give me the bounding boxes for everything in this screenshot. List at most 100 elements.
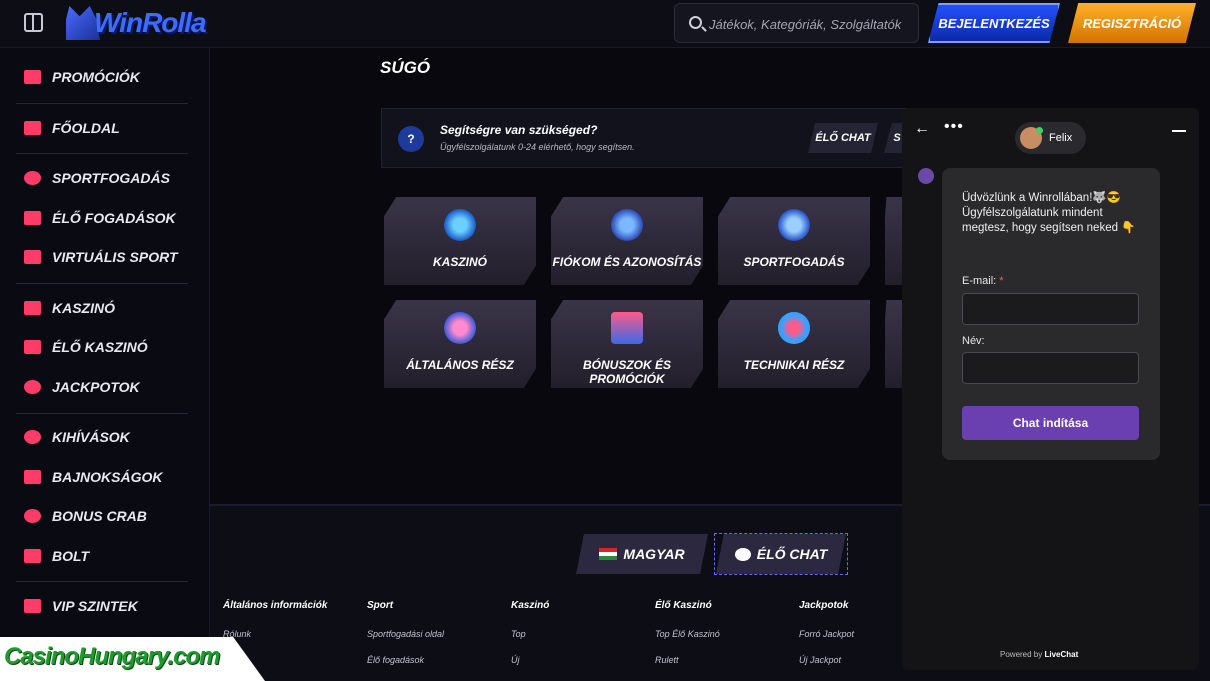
email-label-text: E-mail: (962, 275, 997, 287)
footer-link[interactable]: Rulett (655, 655, 679, 665)
roulette-icon (444, 209, 476, 241)
footer-link[interactable]: Új Jackpot (799, 655, 841, 665)
category-card-casino[interactable]: Kaszinó (384, 197, 536, 285)
language-button[interactable]: Magyar (576, 534, 708, 574)
language-label: Magyar (623, 546, 685, 562)
footer-link[interactable]: Forró Jackpot (799, 629, 854, 639)
chat-greeting: Üdvözlünk a Winrollában!🐺😎 Ügyfélszolgál… (962, 192, 1136, 234)
footer-link[interactable]: Top Élő Kaszinó (655, 629, 720, 639)
footer-link[interactable]: Új (511, 655, 520, 665)
sidebar-divider (16, 153, 188, 154)
name-label: Név: (962, 335, 985, 347)
diamond-icon (24, 599, 41, 613)
sidebar-item-home[interactable]: Főoldal (24, 116, 120, 140)
live-icon (24, 211, 41, 225)
email-label: E-mail: * (962, 275, 1004, 287)
search-input[interactable] (709, 13, 909, 35)
sidebar-item-label: Bajnokságok (52, 469, 163, 485)
powered-by[interactable]: Powered by LiveChat (1000, 650, 1078, 659)
gift-icon (24, 70, 41, 84)
livechat-brand: LiveChat (1044, 650, 1079, 659)
back-arrow-icon[interactable]: ← (914, 120, 930, 138)
sidebar-item-label: Virtuális sport (52, 249, 178, 265)
page-title: Súgó (380, 58, 431, 77)
sidebar-item-live-casino[interactable]: Élő kaszinó (24, 335, 148, 359)
sidebar-toggle-icon[interactable] (24, 13, 43, 32)
sidebar-item-label: Bolt (52, 548, 90, 564)
footer-link[interactable]: Sportfogadási oldal (367, 629, 444, 639)
category-label: Fiókom és azonosítás (552, 255, 702, 269)
sidebar-item-label: Kihívások (52, 429, 130, 445)
agent-name: Felix (1049, 132, 1073, 144)
winrolla-logo[interactable]: WinRolla (66, 4, 216, 42)
category-card-general[interactable]: Általános rész (384, 300, 536, 388)
login-button[interactable]: Bejelentkezés (928, 3, 1060, 43)
sidebar-item-promotions[interactable]: Promóciók (24, 65, 140, 89)
sidebar-item-shop[interactable]: Bolt (24, 544, 89, 568)
pre-chat-form: Üdvözlünk a Winrollában!🐺😎 Ügyfélszolgál… (942, 168, 1160, 460)
name-field[interactable] (962, 352, 1139, 384)
sidebar-divider (16, 103, 188, 104)
hungarian-flag-icon (599, 548, 618, 560)
live-chat-label: Élő chat (756, 546, 828, 562)
sidebar-item-bonus-crab[interactable]: Bonus Crab (24, 504, 147, 528)
bot-avatar (918, 168, 934, 184)
powered-prefix: Powered by (1000, 650, 1043, 659)
more-options-icon[interactable]: ••• (944, 118, 964, 136)
sidebar-item-jackpots[interactable]: Jackpotok (24, 375, 140, 399)
agent-avatar (1020, 127, 1043, 149)
footer-live-chat-button[interactable]: Élő chat (716, 534, 846, 574)
sidebar-item-vip-levels[interactable]: VIP szintek (24, 594, 138, 618)
category-card-sports[interactable]: Sportfogadás (718, 197, 870, 285)
search-box[interactable] (674, 3, 919, 43)
sidebar: Promóciók Főoldal Sportfogadás Élő fogad… (0, 48, 210, 681)
sidebar-item-sports[interactable]: Sportfogadás (24, 166, 170, 190)
category-card-technical[interactable]: Technikai rész (718, 300, 870, 388)
top-bar: WinRolla Bejelentkezés Regisztráció (0, 0, 1210, 48)
footer-link[interactable]: Top (511, 629, 526, 639)
sidebar-item-label: Sportfogadás (52, 170, 170, 186)
sidebar-item-label: Kaszinó (52, 300, 115, 316)
sidebar-item-label: Bonus Crab (52, 508, 147, 524)
gear-icon (778, 312, 810, 344)
email-field[interactable] (962, 293, 1139, 325)
category-label: Bónuszok és promóciók (582, 358, 671, 386)
required-mark: * (999, 275, 1004, 287)
monitor-icon (24, 250, 41, 264)
category-card-bonuses[interactable]: Bónuszok és promóciók (551, 300, 703, 388)
category-card-account[interactable]: Fiókom és azonosítás (551, 197, 703, 285)
minimize-icon[interactable] (1172, 130, 1186, 132)
footer-link[interactable]: Élő fogadások (367, 655, 424, 665)
trophy-icon (24, 470, 41, 484)
sidebar-item-label: Jackpotok (52, 379, 140, 395)
chat-bubble-icon (734, 547, 751, 561)
help-banner-title: Segítségre van szükséged? (440, 123, 598, 137)
category-card-partial[interactable] (885, 197, 903, 285)
cards-icon (24, 340, 41, 354)
register-button[interactable]: Regisztráció (1068, 3, 1196, 43)
sidebar-item-virtual-sports[interactable]: Virtuális sport (24, 245, 178, 269)
basket-icon (24, 549, 41, 563)
soccer-ball-icon (778, 209, 810, 241)
help-live-chat-button[interactable]: Élő chat (808, 123, 878, 153)
footer-heading-general: Általános információk (223, 600, 328, 611)
footer-heading-casino: Kaszinó (511, 600, 550, 611)
sidebar-item-label: VIP szintek (52, 598, 138, 614)
sidebar-divider (16, 413, 188, 414)
chips-icon (444, 312, 476, 344)
category-card-partial[interactable] (885, 300, 903, 388)
sidebar-item-casino[interactable]: Kaszinó (24, 296, 115, 320)
watermark-text: CasinoHungary.com (4, 643, 220, 670)
sidebar-item-challenges[interactable]: Kihívások (24, 425, 130, 449)
basketball-icon (24, 171, 41, 185)
category-label: Sportfogadás (743, 255, 845, 269)
category-label: Kaszinó (433, 255, 487, 269)
sidebar-item-live-betting[interactable]: Élő fogadások (24, 206, 176, 230)
sidebar-item-tournaments[interactable]: Bajnokságok (24, 465, 162, 489)
start-chat-button[interactable]: Chat indítása (962, 406, 1139, 440)
wolf-icon (611, 209, 643, 241)
category-label: Technikai rész (743, 358, 845, 372)
sidebar-item-label: Promóciók (52, 69, 140, 85)
sidebar-divider (16, 581, 188, 582)
sidebar-item-label: Élő fogadások (52, 210, 176, 226)
